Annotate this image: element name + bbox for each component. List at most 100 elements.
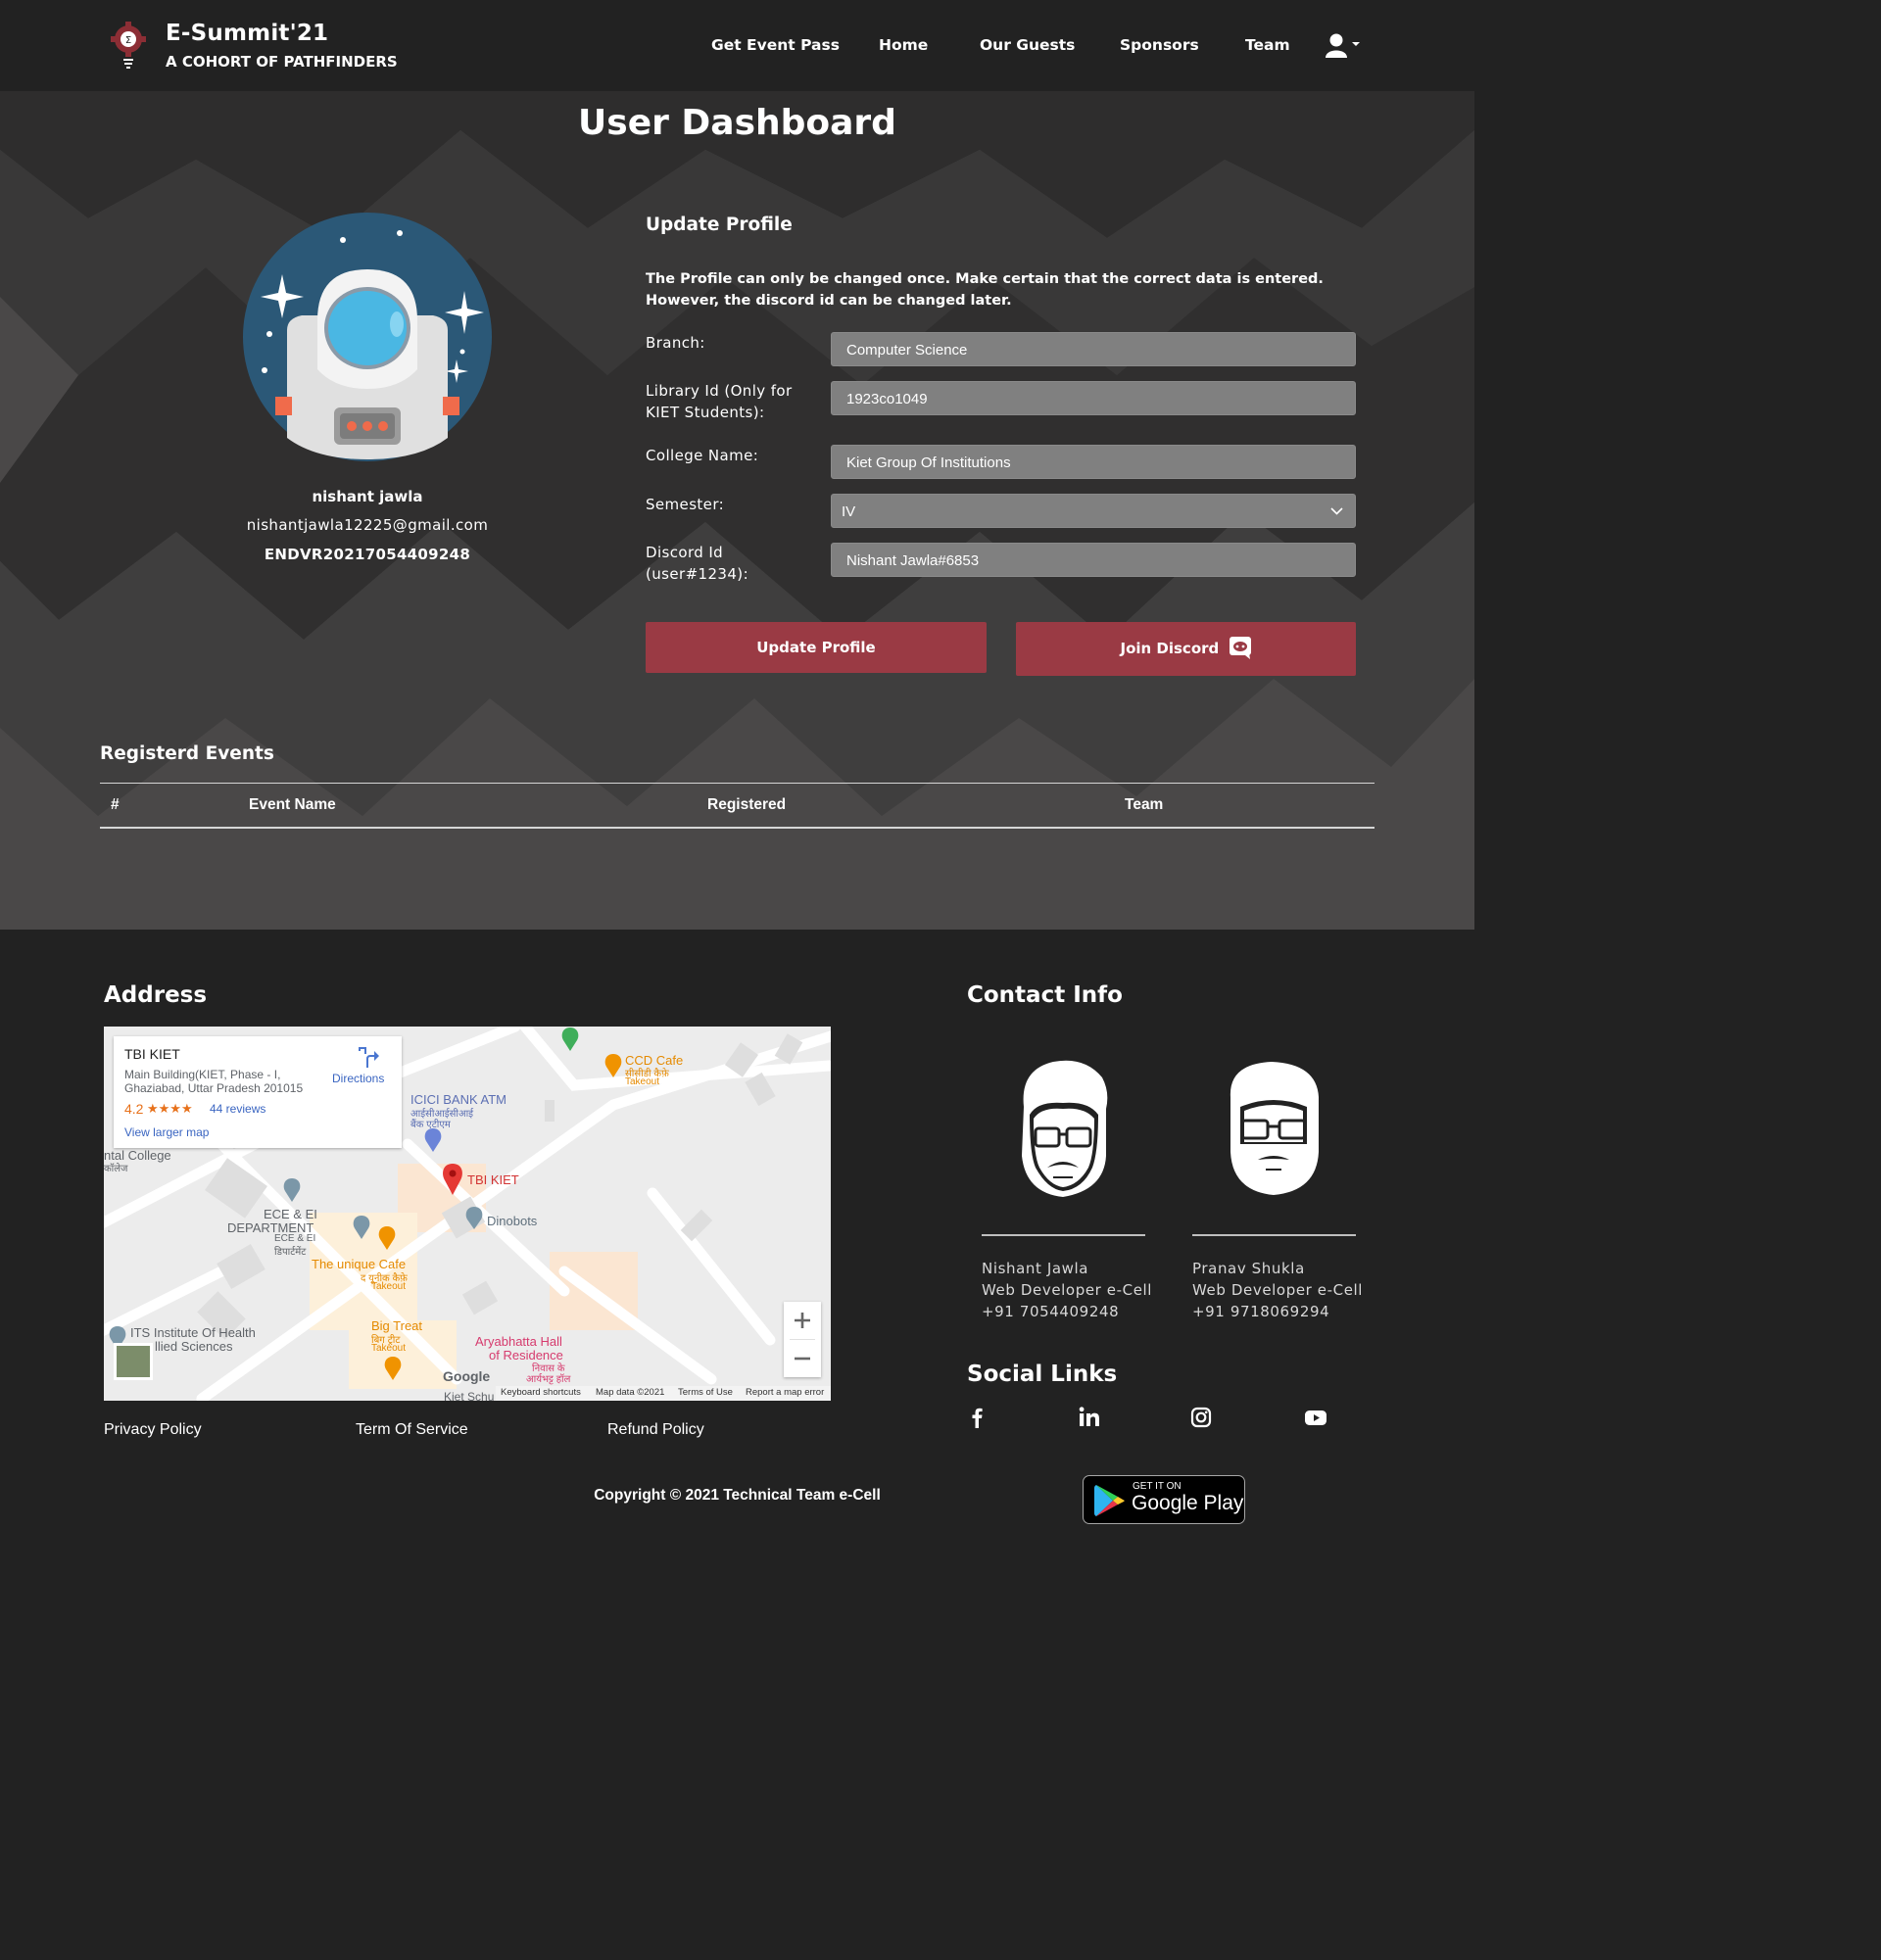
- brand-title: E-Summit'21: [166, 21, 329, 46]
- map-label-ece-hindi: डिपार्टमेंट: [274, 1247, 307, 1258]
- contact-divider-1: [982, 1234, 1145, 1236]
- user-name: nishant jawla: [312, 488, 423, 505]
- keyboard-shortcuts-link[interactable]: Keyboard shortcuts: [501, 1387, 581, 1398]
- place-address-line2: Ghaziabad, Uttar Pradesh 201015: [124, 1081, 304, 1095]
- nishant-face-avatar: [1022, 1060, 1108, 1197]
- brand-subtitle: A COHORT OF PATHFINDERS: [166, 53, 398, 71]
- join-discord-button[interactable]: Join Discord: [1016, 622, 1356, 676]
- directions-icon[interactable]: [358, 1047, 379, 1069]
- nav-home[interactable]: Home: [879, 36, 928, 54]
- map-label-its-1: ITS Institute Of Health: [130, 1325, 256, 1340]
- map-label-icici-hindi-2: बैंक एटीएम: [410, 1120, 451, 1130]
- semester-label: Semester:: [646, 496, 725, 513]
- instagram-icon[interactable]: [1188, 1405, 1214, 1430]
- library-id-input[interactable]: 1923co1049: [831, 381, 1356, 415]
- user-icon: [1326, 33, 1360, 58]
- registered-events-heading: Registerd Events: [100, 743, 274, 764]
- map-label-tbi-kiet: TBI KIET: [467, 1172, 519, 1187]
- map-attribution-bar: Keyboard shortcuts Map data ©2021 Terms …: [496, 1386, 831, 1401]
- profile-notice: The Profile can only be changed once. Ma…: [646, 271, 1324, 309]
- column-header-team: Team: [1125, 796, 1164, 813]
- reviews-link[interactable]: 44 reviews: [210, 1102, 265, 1116]
- map-label-kiet-school: Kiet Schu: [444, 1390, 495, 1401]
- branch-input[interactable]: Computer Science: [831, 332, 1356, 366]
- map-label-ece-3: ECE & EI: [274, 1233, 316, 1244]
- youtube-icon[interactable]: [1303, 1405, 1328, 1430]
- privacy-policy-link[interactable]: Privacy Policy: [104, 1421, 202, 1439]
- place-rating: 4.2: [124, 1101, 144, 1117]
- column-header-event-name: Event Name: [249, 796, 336, 813]
- zoom-in-icon[interactable]: [784, 1302, 821, 1339]
- google-map-embed[interactable]: TBI KIET Main Building(KIET, Phase - I, …: [104, 1027, 831, 1401]
- discord-icon: [1229, 637, 1251, 659]
- chevron-down-icon: [1330, 507, 1343, 515]
- google-logo: Google: [443, 1368, 491, 1384]
- map-label-unique-cafe: The unique Cafe: [312, 1257, 407, 1271]
- map-label-dinobots: Dinobots: [487, 1214, 538, 1228]
- pranav-face-avatar: [1230, 1062, 1319, 1195]
- copyright-text: Copyright © 2021 Technical Team e-Cell: [594, 1487, 881, 1504]
- contact-divider-2: [1192, 1234, 1356, 1236]
- map-label-big-treat-takeout: Takeout: [371, 1343, 407, 1354]
- contact-info-heading: Contact Info: [967, 982, 1123, 1008]
- contact-1-role: Web Developer e-Cell: [982, 1281, 1153, 1299]
- map-label-college-hindi: कॉलेज: [104, 1164, 128, 1174]
- google-play-icon: [1094, 1485, 1125, 1516]
- semester-select[interactable]: IV: [831, 494, 1356, 528]
- caret-down-icon: [1352, 42, 1360, 46]
- contact-2-name: Pranav Shukla: [1192, 1260, 1305, 1277]
- contact-2-phone[interactable]: +91 9718069294: [1192, 1301, 1329, 1322]
- page-title: User Dashboard: [578, 103, 896, 143]
- semester-selected-value: IV: [842, 503, 856, 520]
- map-label-its-2: llied Sciences: [155, 1339, 233, 1354]
- column-header-index: #: [111, 796, 120, 813]
- address-heading: Address: [104, 982, 208, 1008]
- discord-id-input[interactable]: Nishant Jawla#6853: [831, 543, 1356, 577]
- map-data-label: Map data ©2021: [596, 1387, 665, 1398]
- branch-label: Branch:: [646, 334, 705, 352]
- map-label-aryabhatta-hindi-2: आर्यभट्ट हॉल: [526, 1374, 571, 1385]
- update-profile-button[interactable]: Update Profile: [646, 622, 987, 673]
- nav-our-guests[interactable]: Our Guests: [980, 36, 1075, 54]
- report-map-error-link[interactable]: Report a map error: [746, 1387, 824, 1398]
- nav-sponsors[interactable]: Sponsors: [1120, 36, 1199, 54]
- term-of-service-link[interactable]: Term Of Service: [356, 1421, 468, 1439]
- google-play-big-text: Google Play: [1132, 1492, 1244, 1514]
- rating-stars: ★★★★: [147, 1101, 193, 1116]
- college-name-input[interactable]: Kiet Group Of Institutions: [831, 445, 1356, 479]
- map-label-big-treat: Big Treat: [371, 1318, 423, 1333]
- svg-text:Σ: Σ: [125, 35, 131, 46]
- map-zoom-controls: [784, 1302, 821, 1377]
- user-menu-dropdown[interactable]: [1325, 32, 1364, 60]
- zoom-out-icon[interactable]: [784, 1340, 821, 1377]
- user-email: nishantjawla12225@gmail.com: [246, 516, 489, 534]
- map-label-unique-cafe-takeout: Takeout: [371, 1281, 407, 1292]
- library-id-label: Library Id (Only for KIET Students):: [646, 382, 793, 421]
- google-play-small-text: GET IT ON: [1133, 1481, 1182, 1492]
- map-label-icici-atm: ICICI BANK ATM: [410, 1092, 506, 1107]
- column-header-registered: Registered: [707, 796, 787, 813]
- directions-label[interactable]: Directions: [332, 1072, 384, 1085]
- linkedin-icon[interactable]: [1077, 1405, 1102, 1430]
- refund-policy-link[interactable]: Refund Policy: [607, 1421, 704, 1439]
- nav-get-event-pass[interactable]: Get Event Pass: [711, 36, 840, 54]
- table-header-border: [100, 827, 1375, 829]
- terms-of-use-link[interactable]: Terms of Use: [678, 1387, 733, 1398]
- top-navbar: Σ E-Summit'21 A COHORT OF PATHFINDERS Ge…: [0, 0, 1474, 91]
- place-address-line1: Main Building(KIET, Phase - I,: [124, 1068, 281, 1081]
- update-profile-button-label: Update Profile: [756, 639, 876, 656]
- user-registration-code: ENDVR20217054409248: [264, 546, 471, 563]
- contact-1-phone[interactable]: +91 7054409248: [982, 1301, 1119, 1322]
- esummit-logo[interactable]: Σ: [110, 20, 147, 71]
- view-larger-map-link[interactable]: View larger map: [124, 1125, 209, 1139]
- google-play-badge[interactable]: GET IT ON Google Play: [1083, 1475, 1245, 1524]
- join-discord-button-label: Join Discord: [1120, 640, 1220, 657]
- nav-team[interactable]: Team: [1245, 36, 1290, 54]
- discord-id-label: Discord Id (user#1234):: [646, 544, 749, 583]
- map-place-card: TBI KIET Main Building(KIET, Phase - I, …: [114, 1036, 402, 1148]
- facebook-icon[interactable]: [965, 1405, 990, 1430]
- astronaut-avatar: [243, 213, 492, 461]
- place-name: TBI KIET: [124, 1046, 180, 1062]
- map-label-ece-1: ECE & EI: [264, 1207, 317, 1221]
- table-top-border: [100, 783, 1375, 784]
